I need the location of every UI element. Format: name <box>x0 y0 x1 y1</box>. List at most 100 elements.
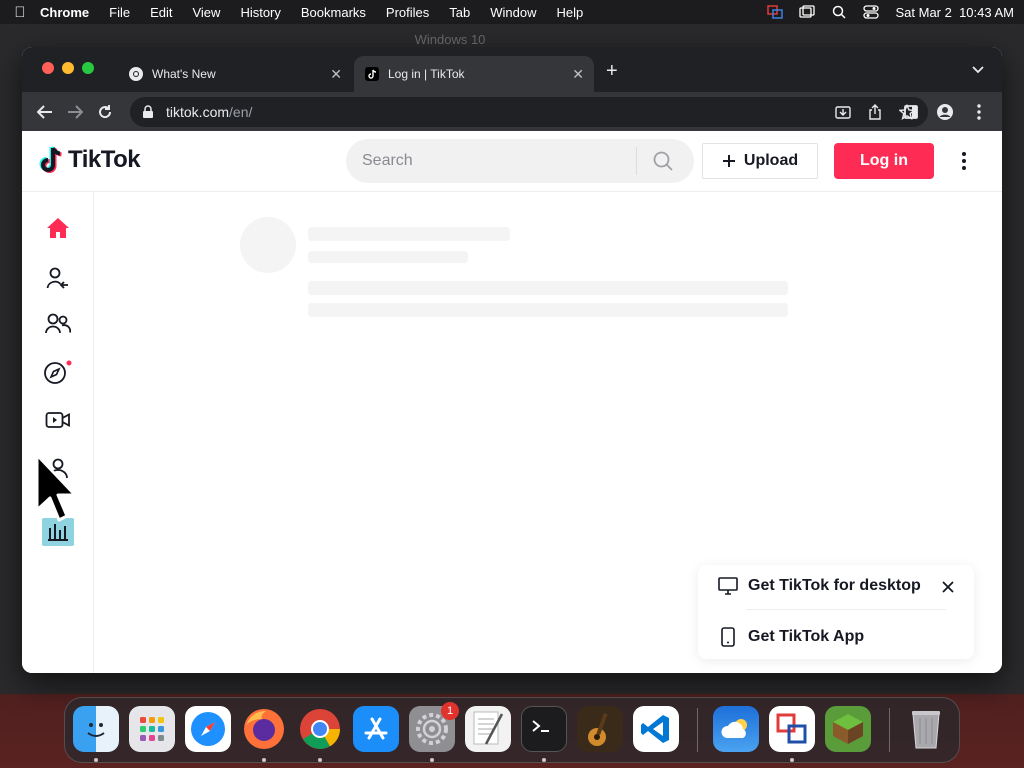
dock-separator <box>697 708 698 752</box>
trash-icon[interactable] <box>903 706 949 752</box>
forward-arrow-icon[interactable] <box>60 97 90 127</box>
finder-icon[interactable] <box>73 706 119 752</box>
tab-label: What's New <box>152 67 216 81</box>
explore-icon[interactable] <box>42 356 74 388</box>
login-button[interactable]: Log in <box>834 143 934 179</box>
running-indicator <box>318 758 322 762</box>
textedit-icon[interactable] <box>465 706 511 752</box>
close-tab-icon[interactable]: ✕ <box>330 66 342 83</box>
menu-bar:  Chrome File Edit View History Bookmark… <box>0 0 1024 24</box>
skeleton-line <box>308 251 468 263</box>
terminal-icon[interactable] <box>521 706 567 752</box>
running-indicator <box>542 758 546 762</box>
lock-icon[interactable] <box>142 105 156 119</box>
window-icon[interactable] <box>799 5 816 19</box>
menu-app-name[interactable]: Chrome <box>40 5 89 20</box>
address-bar[interactable]: tiktok.com/en/ <box>130 97 928 127</box>
skeleton-line <box>308 281 788 295</box>
desktop-monitor-icon <box>718 577 738 595</box>
mouse-cursor-icon <box>34 452 82 537</box>
zoom-window-button[interactable] <box>82 62 94 74</box>
chrome-icon[interactable] <box>297 706 343 752</box>
skeleton-line <box>308 303 788 317</box>
tab-whats-new[interactable]: What's New ✕ <box>118 56 352 92</box>
promo-divider <box>746 609 946 610</box>
menu-bookmarks[interactable]: Bookmarks <box>301 5 366 20</box>
app-store-icon[interactable] <box>353 706 399 752</box>
close-icon[interactable] <box>938 577 958 597</box>
launchpad-icon[interactable] <box>129 706 175 752</box>
running-indicator <box>262 758 266 762</box>
skeleton-line <box>308 227 510 241</box>
apple-logo-icon[interactable]:  <box>10 4 30 21</box>
side-panel-icon[interactable] <box>896 97 926 127</box>
menu-help[interactable]: Help <box>557 5 584 20</box>
reload-icon[interactable] <box>90 97 120 127</box>
garageband-icon[interactable] <box>577 706 623 752</box>
chrome-icon <box>128 66 144 82</box>
menu-file[interactable]: File <box>109 5 130 20</box>
chrome-menu-icon[interactable] <box>964 97 994 127</box>
minimize-window-button[interactable] <box>62 62 74 74</box>
get-desktop-link[interactable]: Get TikTok for desktop <box>718 577 921 595</box>
tiktok-note-icon <box>39 146 62 173</box>
minecraft-icon[interactable] <box>825 706 871 752</box>
get-app-link[interactable]: Get TikTok App <box>718 627 864 647</box>
chrome-window: What's New ✕ Log in | TikTok ✕ + tiktok.… <box>22 47 1002 673</box>
tiktok-logo[interactable]: TikTok <box>38 145 141 175</box>
traffic-lights <box>42 62 94 74</box>
dock: 1 <box>64 697 960 763</box>
search-box <box>346 139 694 183</box>
get-desktop-label: Get TikTok for desktop <box>748 577 921 594</box>
chevron-down-icon[interactable] <box>972 63 984 77</box>
running-indicator <box>94 758 98 762</box>
menu-view[interactable]: View <box>192 5 220 20</box>
live-icon[interactable] <box>42 404 74 436</box>
weather-icon[interactable] <box>713 706 759 752</box>
friends-icon[interactable] <box>42 308 74 340</box>
menu-profiles[interactable]: Profiles <box>386 5 429 20</box>
tab-tiktok-login[interactable]: Log in | TikTok ✕ <box>354 56 594 92</box>
address-host: tiktok.com <box>166 104 230 120</box>
address-path: /en/ <box>229 104 253 120</box>
safari-icon[interactable] <box>185 706 231 752</box>
upload-button[interactable]: Upload <box>702 143 818 179</box>
firefox-icon[interactable] <box>241 706 287 752</box>
back-arrow-icon[interactable] <box>30 97 60 127</box>
vscode-icon[interactable] <box>633 706 679 752</box>
side-navigation <box>22 192 94 673</box>
get-app-label: Get TikTok App <box>748 628 865 645</box>
screen-sharing-icon[interactable] <box>769 706 815 752</box>
tiktok-icon <box>364 66 380 82</box>
skeleton-avatar <box>240 217 296 273</box>
screen-share-icon[interactable] <box>767 5 784 19</box>
menu-window[interactable]: Window <box>490 5 536 20</box>
close-tab-icon[interactable]: ✕ <box>572 66 584 83</box>
new-tab-icon[interactable]: + <box>606 61 618 81</box>
following-icon[interactable] <box>42 262 74 294</box>
menu-tab[interactable]: Tab <box>449 5 470 20</box>
dock-separator <box>889 708 890 752</box>
search-icon[interactable] <box>831 5 847 19</box>
menu-history[interactable]: History <box>240 5 280 20</box>
search-input[interactable] <box>346 152 636 170</box>
browser-toolbar: tiktok.com/en/ <box>22 92 1002 131</box>
install-app-icon[interactable] <box>834 104 852 120</box>
more-options-icon[interactable] <box>952 149 976 173</box>
menu-edit[interactable]: Edit <box>150 5 172 20</box>
profile-icon[interactable] <box>930 97 960 127</box>
tiktok-header: TikTok Upload Log in <box>22 131 1002 192</box>
phone-icon <box>721 627 735 647</box>
tab-strip: What's New ✕ Log in | TikTok ✕ + <box>22 47 1002 92</box>
logo-text: TikTok <box>68 146 141 173</box>
tiktok-page: TikTok Upload Log in <box>22 131 1002 673</box>
notification-badge: 1 <box>441 702 459 720</box>
share-icon[interactable] <box>866 104 884 120</box>
close-window-button[interactable] <box>42 62 54 74</box>
home-icon[interactable] <box>42 212 74 244</box>
menu-datetime[interactable]: Sat Mar 2 10:43 AM <box>895 5 1014 20</box>
running-indicator <box>790 758 794 762</box>
control-center-icon[interactable] <box>863 5 880 19</box>
search-icon[interactable] <box>637 139 689 183</box>
plus-icon <box>722 155 735 167</box>
